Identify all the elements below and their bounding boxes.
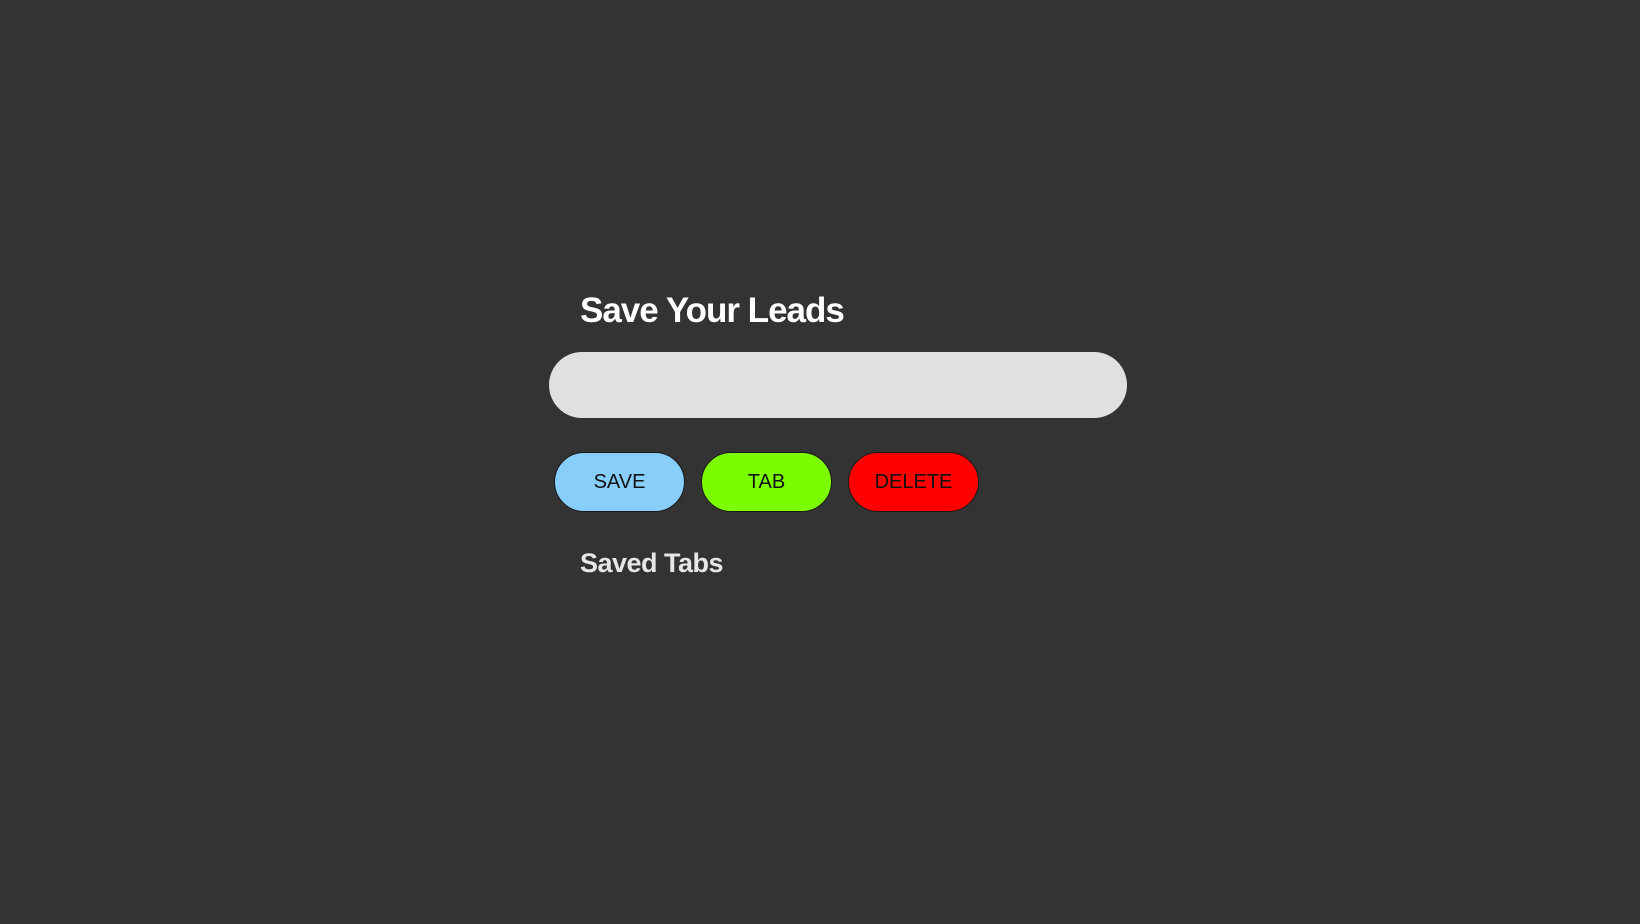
save-tab-button[interactable]: TAB [701,452,832,512]
button-row: SAVE TAB DELETE [554,452,1129,512]
leads-tracker-panel: Save Your Leads SAVE TAB DELETE Saved Ta… [549,290,1129,579]
saved-tabs-heading: Saved Tabs [580,548,724,578]
save-button[interactable]: SAVE [554,452,685,512]
delete-button[interactable]: DELETE [848,452,979,512]
page: { "header": { "title": "Save Your Leads"… [0,0,1640,924]
lead-input[interactable] [549,352,1127,418]
page-title: Save Your Leads [580,291,845,330]
